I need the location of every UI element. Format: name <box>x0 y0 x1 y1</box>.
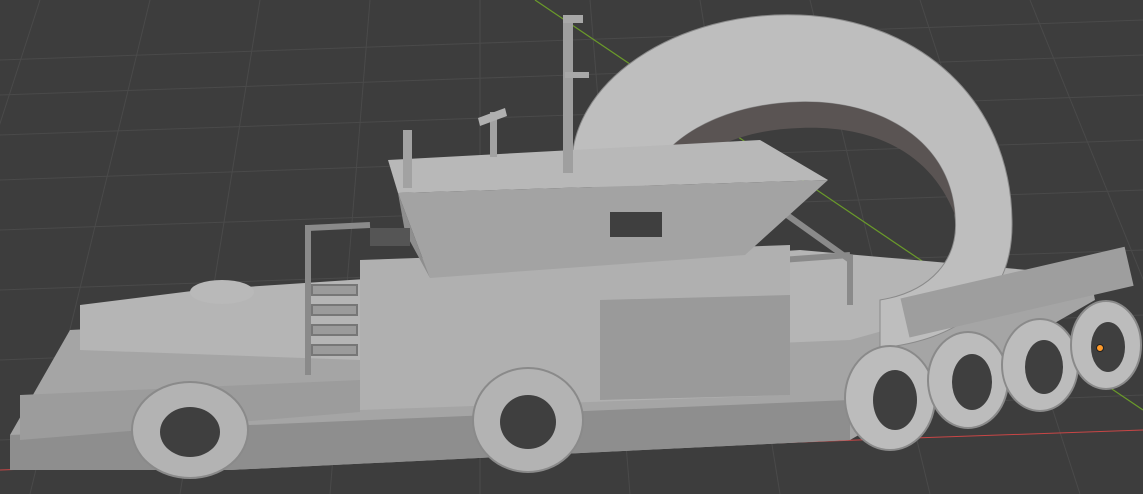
side-window <box>370 228 410 246</box>
mast <box>563 18 573 173</box>
wheel-front <box>131 381 249 479</box>
viewport-canvas[interactable] <box>0 0 1143 494</box>
rear-dome <box>190 280 254 304</box>
wheel-rear-4 <box>1070 300 1142 390</box>
wheel-rear-3 <box>1001 318 1079 412</box>
3d-viewport[interactable] <box>0 0 1143 494</box>
wheel-middle <box>472 367 584 473</box>
mast-top <box>563 15 583 23</box>
mast-crossbar <box>565 72 589 78</box>
cabin-window <box>610 212 662 237</box>
cabin-post <box>403 130 412 188</box>
wheel-rear-2 <box>927 331 1009 429</box>
deck-box-shadow <box>600 295 790 400</box>
wheel-rear-1 <box>844 345 936 451</box>
object-origin-icon[interactable] <box>1096 344 1104 352</box>
